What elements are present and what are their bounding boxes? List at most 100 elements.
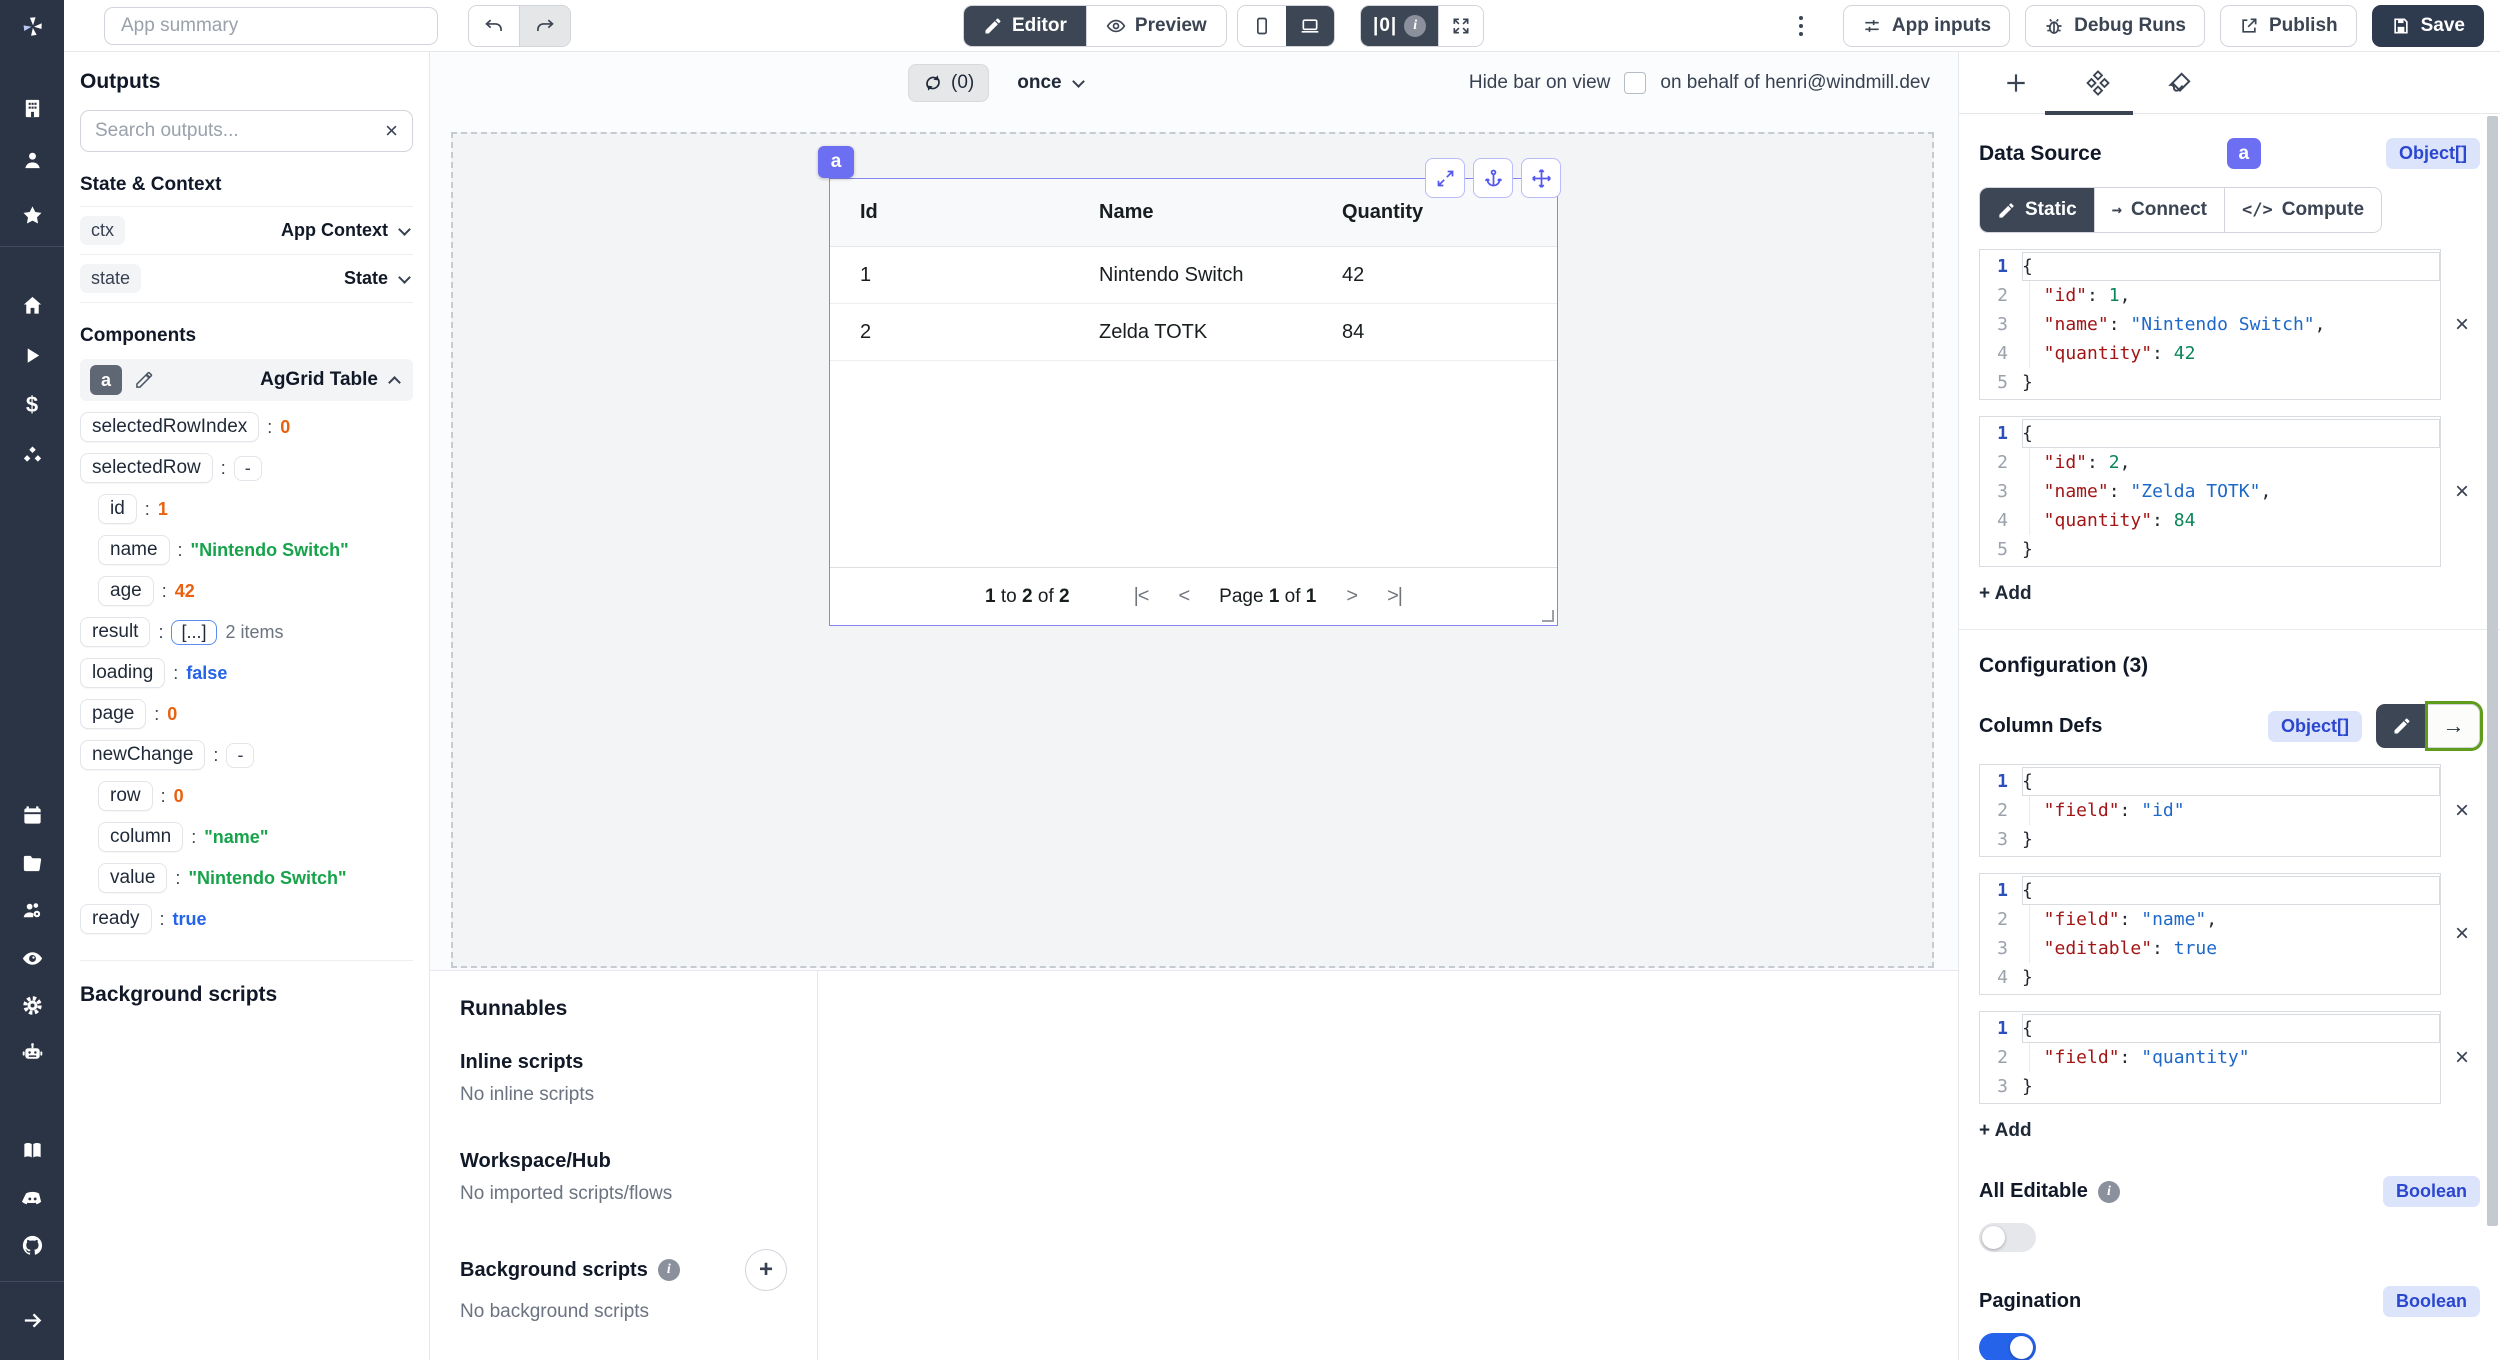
boolean-type-badge[interactable]: Boolean	[2383, 1176, 2480, 1207]
arrow-right-icon[interactable]	[20, 1308, 44, 1332]
resize-handle[interactable]	[1542, 610, 1554, 622]
output-row[interactable]: newChange:-	[80, 740, 413, 770]
next-page-icon[interactable]: >	[1346, 585, 1357, 608]
edit-mode-button[interactable]	[2376, 704, 2428, 748]
move-icon[interactable]	[1521, 158, 1561, 198]
preview-mode-button[interactable]: Preview	[1086, 6, 1226, 46]
pagination-toggle[interactable]	[1979, 1333, 2036, 1360]
redo-button[interactable]	[519, 6, 570, 46]
insert-component-tab[interactable]	[2001, 68, 2031, 98]
mobile-view-button[interactable]	[1238, 6, 1286, 46]
output-row[interactable]: age:42	[98, 576, 413, 606]
output-key[interactable]: result	[80, 617, 150, 647]
output-row[interactable]: selectedRowIndex:0	[80, 412, 413, 442]
eye-icon[interactable]	[20, 946, 44, 970]
debug-runs-button[interactable]: Debug Runs	[2025, 5, 2205, 47]
undo-button[interactable]	[469, 6, 519, 46]
output-row[interactable]: page:0	[80, 699, 413, 729]
desktop-view-button[interactable]	[1286, 6, 1334, 46]
output-row[interactable]: row:0	[98, 781, 413, 811]
component-header[interactable]: a AgGrid Table	[80, 359, 413, 401]
output-key[interactable]: value	[98, 863, 167, 893]
app-summary-input[interactable]	[104, 7, 438, 45]
app-canvas[interactable]: a Id Name Quantity 1 Nintendo Switch 42	[451, 132, 1934, 968]
github-icon[interactable]	[20, 1233, 44, 1257]
remove-item-icon[interactable]: ×	[2455, 920, 2469, 948]
object-type-badge[interactable]: Object[]	[2268, 711, 2362, 742]
add-column-def-button[interactable]: + Add	[1979, 1120, 2032, 1142]
remove-item-icon[interactable]: ×	[2455, 478, 2469, 506]
json-editor[interactable]: 1{2 "id": 2,3 "name": "Zelda TOTK",4 "qu…	[1979, 416, 2441, 567]
column-header[interactable]: Quantity	[1342, 201, 1557, 224]
remove-item-icon[interactable]: ×	[2455, 797, 2469, 825]
person-icon[interactable]	[20, 148, 44, 172]
output-row[interactable]: name:"Nintendo Switch"	[98, 535, 413, 565]
output-row[interactable]: result:[...]2 items	[80, 617, 413, 647]
app-inputs-button[interactable]: App inputs	[1843, 5, 2010, 47]
add-background-script-button[interactable]: +	[745, 1249, 787, 1291]
remove-item-icon[interactable]: ×	[2455, 311, 2469, 339]
folder-icon[interactable]	[20, 851, 44, 875]
edit-component-icon[interactable]	[134, 370, 154, 390]
output-row[interactable]: selectedRow:-	[80, 453, 413, 483]
expand-icon[interactable]	[1425, 158, 1465, 198]
static-tab[interactable]: Static	[1980, 188, 2094, 232]
output-key[interactable]: ready	[80, 904, 152, 934]
search-input[interactable]	[95, 120, 377, 142]
output-key[interactable]: page	[80, 699, 146, 729]
home-icon[interactable]	[20, 293, 44, 317]
boolean-type-badge[interactable]: Boolean	[2383, 1286, 2480, 1317]
star-icon[interactable]	[20, 203, 44, 227]
hide-bar-checkbox[interactable]	[1624, 72, 1646, 94]
calendar-icon[interactable]	[20, 803, 44, 827]
component-settings-tab[interactable]	[2083, 68, 2113, 98]
json-editor[interactable]: 1{2 "field": "quantity"3}	[1979, 1011, 2441, 1104]
object-type-badge[interactable]: Object[]	[2386, 138, 2480, 169]
output-expander[interactable]: [...]	[171, 620, 216, 645]
refresh-button[interactable]: (0)	[908, 64, 989, 102]
connect-tab[interactable]: →Connect	[2094, 188, 2224, 232]
json-editor[interactable]: 1{2 "id": 1,3 "name": "Nintendo Switch",…	[1979, 249, 2441, 400]
output-row[interactable]: id:1	[98, 494, 413, 524]
ctx-row[interactable]: ctx App Context	[80, 207, 413, 255]
remove-item-icon[interactable]: ×	[2455, 1044, 2469, 1072]
save-button[interactable]: Save	[2372, 5, 2484, 47]
table-row[interactable]: 2 Zelda TOTK 84	[830, 304, 1557, 361]
output-row[interactable]: column:"name"	[98, 822, 413, 852]
publish-button[interactable]: Publish	[2220, 5, 2357, 47]
building-icon[interactable]	[20, 96, 44, 120]
grid-lines-button[interactable]: |0|i	[1361, 6, 1438, 46]
fullscreen-button[interactable]	[1438, 6, 1483, 46]
user-group-icon[interactable]	[20, 898, 44, 922]
table-row[interactable]: 1 Nintendo Switch 42	[830, 247, 1557, 304]
robot-icon[interactable]	[20, 1040, 44, 1064]
book-icon[interactable]	[20, 1138, 44, 1162]
output-row[interactable]: ready:true	[80, 904, 413, 934]
output-key[interactable]: id	[98, 494, 137, 524]
state-row[interactable]: state State	[80, 255, 413, 303]
output-row[interactable]: loading:false	[80, 658, 413, 688]
prev-page-icon[interactable]: <	[1178, 585, 1189, 608]
more-menu-button[interactable]	[1788, 5, 1814, 47]
output-key[interactable]: age	[98, 576, 154, 606]
play-icon[interactable]	[20, 343, 44, 367]
output-key[interactable]: selectedRowIndex	[80, 412, 259, 442]
all-editable-toggle[interactable]	[1979, 1223, 2036, 1252]
editor-mode-button[interactable]: Editor	[964, 6, 1086, 46]
clear-search-icon[interactable]: ×	[385, 120, 398, 142]
first-page-icon[interactable]: |<	[1134, 585, 1149, 608]
output-key[interactable]: loading	[80, 658, 165, 688]
column-header[interactable]: Id	[860, 201, 1099, 224]
connect-mode-button[interactable]: →	[2428, 704, 2480, 748]
aggrid-table-component[interactable]: a Id Name Quantity 1 Nintendo Switch 42	[829, 178, 1558, 626]
output-key[interactable]: selectedRow	[80, 453, 213, 483]
frequency-dropdown[interactable]: once	[1017, 72, 1086, 94]
last-page-icon[interactable]: >|	[1387, 585, 1402, 608]
column-header[interactable]: Name	[1099, 201, 1342, 224]
output-key[interactable]: column	[98, 822, 183, 852]
json-editor[interactable]: 1{2 "field": "id"3}	[1979, 764, 2441, 857]
anchor-icon[interactable]	[1473, 158, 1513, 198]
json-editor[interactable]: 1{2 "field": "name",3 "editable": true4}	[1979, 873, 2441, 995]
scrollbar[interactable]	[2487, 116, 2498, 1226]
output-row[interactable]: value:"Nintendo Switch"	[98, 863, 413, 893]
